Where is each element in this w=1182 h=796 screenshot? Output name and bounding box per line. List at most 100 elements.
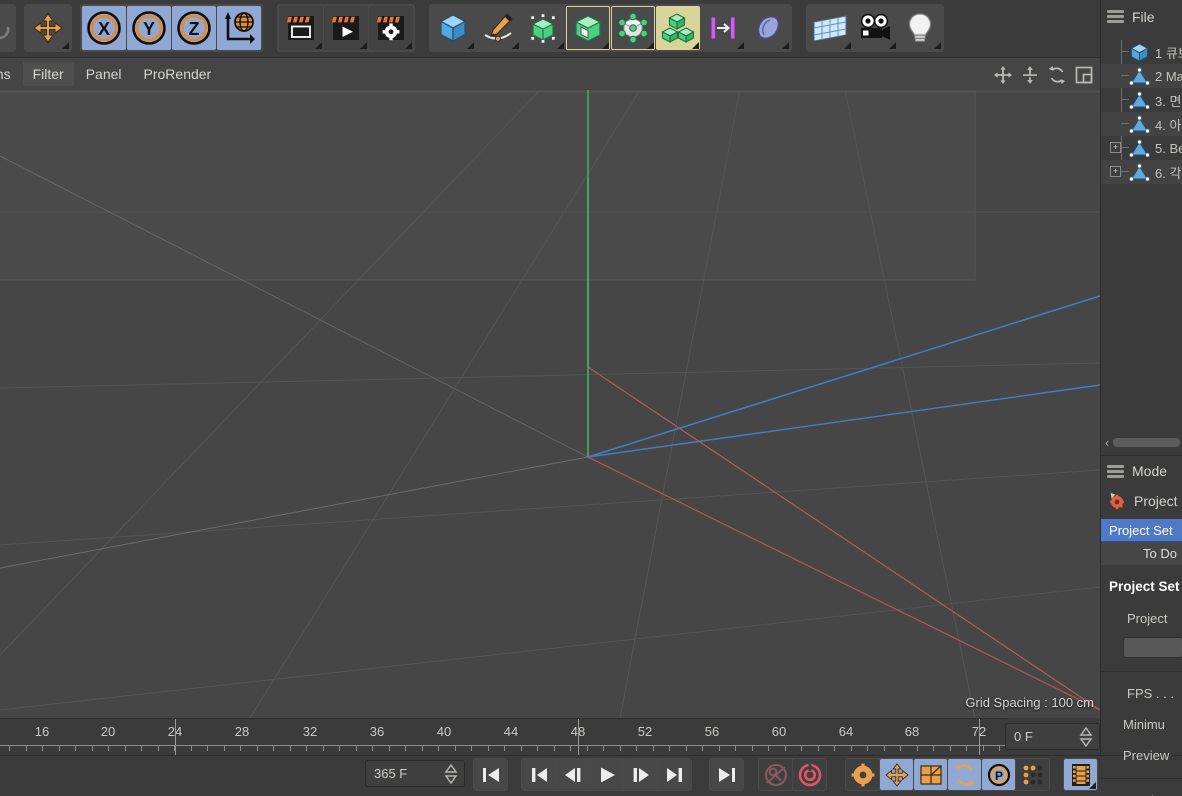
render-settings[interactable] bbox=[369, 6, 413, 50]
record-active-objects-button[interactable] bbox=[793, 759, 826, 790]
add-mograph[interactable] bbox=[656, 6, 700, 50]
ruler-minor-tick bbox=[818, 746, 819, 751]
tree-connector bbox=[1121, 123, 1129, 124]
render-to-picture-viewer[interactable] bbox=[324, 6, 368, 50]
ruler-minor-tick bbox=[966, 746, 967, 751]
play-button[interactable] bbox=[590, 759, 623, 790]
object-manager-hscrollbar[interactable]: ‹ bbox=[1101, 432, 1182, 453]
scroll-left-chevron[interactable]: ‹ bbox=[1101, 435, 1113, 450]
go-to-start-button[interactable] bbox=[474, 759, 507, 790]
object-row-face[interactable]: 3. 면 bbox=[1101, 88, 1182, 112]
render-view[interactable] bbox=[279, 6, 323, 50]
menu-filter[interactable]: Filter bbox=[22, 62, 74, 86]
psr-toggle[interactable]: P S R bbox=[0, 6, 14, 50]
ruler-minor-tick bbox=[587, 746, 588, 751]
scale-box-icon bbox=[919, 764, 942, 785]
x-axis-negative bbox=[0, 456, 589, 569]
scale-key-button[interactable] bbox=[914, 759, 947, 790]
object-row-material[interactable]: 2 Ma bbox=[1101, 64, 1182, 88]
lock-z-axis[interactable]: Z bbox=[172, 6, 216, 50]
pan-view-icon[interactable] bbox=[993, 65, 1013, 85]
add-scene-object[interactable] bbox=[808, 6, 852, 50]
tab-project-settings[interactable]: Project Set bbox=[1101, 519, 1182, 542]
ruler-minor-tick bbox=[422, 746, 423, 751]
add-cube-object[interactable] bbox=[431, 6, 475, 50]
ruler-frame-marker[interactable] bbox=[175, 719, 176, 755]
ruler-tick-label: 36 bbox=[369, 724, 385, 739]
attribute-mode-menu[interactable]: Mode bbox=[1132, 463, 1167, 479]
ruler-frame-marker[interactable] bbox=[578, 719, 579, 755]
psr-tool-group: P S R bbox=[0, 4, 16, 52]
go-to-previous-frame-button[interactable] bbox=[556, 759, 589, 790]
expand-toggle-icon[interactable]: + bbox=[1110, 166, 1121, 177]
add-camera[interactable] bbox=[853, 6, 897, 50]
ruler-minor-tick bbox=[999, 746, 1000, 751]
move-arrows-icon bbox=[884, 762, 909, 787]
go-to-next-key-button[interactable] bbox=[658, 759, 691, 790]
ruler-minor-tick bbox=[603, 746, 604, 751]
timeline-toggle-group bbox=[1063, 758, 1098, 791]
dolly-view-icon[interactable] bbox=[1020, 65, 1040, 85]
svg-text:Y: Y bbox=[143, 19, 155, 39]
object-row-bevel[interactable]: +5. Be bbox=[1101, 136, 1182, 160]
move-arrows-icon bbox=[33, 13, 63, 43]
object-row-below[interactable]: 4. 아 bbox=[1101, 112, 1182, 136]
perspective-viewport[interactable]: Grid Spacing : 100 cm bbox=[0, 90, 1100, 718]
add-nurbs[interactable] bbox=[521, 6, 565, 50]
end-frame-spinner[interactable] bbox=[443, 762, 459, 786]
menu-panel[interactable]: Panel bbox=[76, 62, 132, 86]
position-key-button[interactable] bbox=[880, 759, 913, 790]
autokeying-button[interactable] bbox=[759, 759, 792, 790]
add-effector[interactable] bbox=[701, 6, 745, 50]
menu-prorender[interactable]: ProRender bbox=[134, 62, 222, 86]
point-level-animation-button[interactable] bbox=[1016, 759, 1049, 790]
add-field[interactable] bbox=[746, 6, 790, 50]
object-row-label: 5. Be bbox=[1155, 140, 1182, 156]
object-row-cube[interactable]: 1 큐브 bbox=[1101, 40, 1182, 64]
lock-y-axis[interactable]: Y bbox=[127, 6, 171, 50]
ruler-frame-marker[interactable] bbox=[979, 719, 980, 755]
maximize-view-icon[interactable] bbox=[1074, 65, 1094, 85]
main-toolbar: P S R bbox=[0, 0, 1100, 56]
ruler-minor-tick bbox=[917, 746, 918, 751]
timeline-toggle-button[interactable] bbox=[1064, 759, 1097, 790]
current-frame-field[interactable]: 0 F bbox=[1005, 723, 1100, 750]
attribute-manager: Mode Project Project Set To Do Project S… bbox=[1101, 455, 1182, 796]
blue-cube-icon bbox=[1129, 42, 1150, 63]
go-to-previous-key-button[interactable] bbox=[522, 759, 555, 790]
go-to-next-frame-button[interactable] bbox=[624, 759, 657, 790]
expand-toggle-icon[interactable]: + bbox=[1110, 142, 1121, 153]
add-spline[interactable] bbox=[476, 6, 520, 50]
ruler-tick-label: 44 bbox=[503, 724, 519, 739]
go-to-end-button[interactable] bbox=[710, 759, 743, 790]
ruler-minor-tick bbox=[372, 746, 373, 751]
object-manager-file-menu[interactable]: File bbox=[1132, 9, 1155, 25]
hamburger-icon[interactable] bbox=[1107, 464, 1124, 478]
globe-axis-icon bbox=[225, 12, 255, 44]
world-object-coordinates[interactable] bbox=[217, 6, 261, 50]
parameter-key-button[interactable]: P bbox=[982, 759, 1015, 790]
rotate-view-icon[interactable] bbox=[1047, 65, 1067, 85]
object-row-angle[interactable]: +6. 각 bbox=[1101, 160, 1182, 184]
timeline-ruler[interactable]: 162024283236404448525660646872 bbox=[0, 718, 1008, 755]
ruler-minor-tick bbox=[785, 746, 786, 751]
ruler-minor-tick bbox=[92, 746, 93, 751]
pen-spline-icon bbox=[484, 13, 513, 42]
prev-key-icon bbox=[531, 767, 547, 782]
hamburger-icon[interactable] bbox=[1107, 10, 1124, 23]
project-time-input[interactable] bbox=[1123, 637, 1182, 658]
move-tool[interactable] bbox=[26, 6, 70, 50]
project-end-frame-field[interactable]: 365 F bbox=[365, 760, 465, 787]
add-deformer[interactable] bbox=[611, 6, 655, 50]
rotation-key-button[interactable] bbox=[948, 759, 981, 790]
lock-x-axis[interactable]: X bbox=[82, 6, 126, 50]
menu-options[interactable]: ons bbox=[0, 62, 21, 86]
ruler-minor-tick bbox=[884, 746, 885, 751]
current-frame-spinner[interactable] bbox=[1078, 725, 1094, 749]
tab-to-do[interactable]: To Do bbox=[1101, 542, 1182, 565]
keyframe-selection-button[interactable] bbox=[846, 759, 879, 790]
add-array[interactable] bbox=[566, 6, 610, 50]
scroll-track[interactable] bbox=[1113, 438, 1180, 447]
add-light[interactable] bbox=[898, 6, 942, 50]
green-cubes-icon bbox=[661, 13, 695, 43]
